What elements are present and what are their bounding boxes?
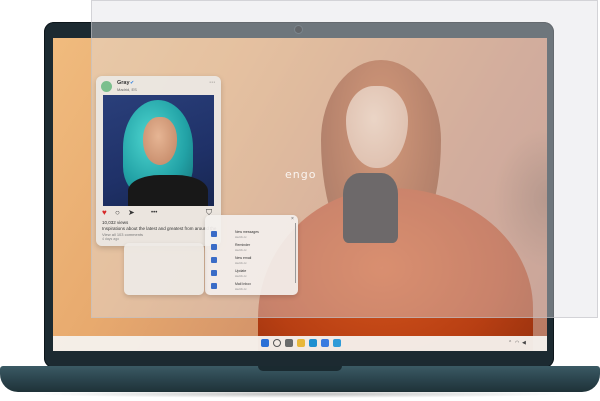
calendar-day[interactable] <box>129 261 139 269</box>
more-options-icon[interactable]: ⋯ <box>209 79 215 86</box>
calendar-day[interactable] <box>189 253 199 261</box>
app-icon <box>211 270 217 276</box>
notification-title: Mail Inbox <box>235 282 251 286</box>
calendar-day[interactable] <box>139 285 149 293</box>
mail-icon[interactable] <box>333 339 341 347</box>
notification-title: New email <box>235 256 252 260</box>
file-explorer-icon[interactable] <box>297 339 305 347</box>
calendar-day[interactable] <box>169 269 179 277</box>
calendar-day[interactable] <box>169 285 179 293</box>
verified-badge-icon: ✔ <box>130 80 135 86</box>
calendar-day[interactable] <box>159 277 169 285</box>
post-image-face <box>143 117 177 165</box>
close-icon[interactable]: × <box>291 216 294 222</box>
calendar-day[interactable] <box>139 253 149 261</box>
calendar-day[interactable] <box>129 269 139 277</box>
calendar-day[interactable] <box>159 261 169 269</box>
post-username[interactable]: Gray <box>117 80 130 86</box>
notification-subtitle: Aa bb cc <box>235 235 247 239</box>
calendar-day[interactable] <box>189 285 199 293</box>
brand-watermark: engo <box>285 168 317 181</box>
laptop-shadow <box>30 390 570 398</box>
app-icon <box>211 231 217 237</box>
post-actions: ♥ ○ ➤ ••• ⛉ <box>102 208 215 218</box>
start-icon[interactable] <box>261 339 269 347</box>
calendar-day[interactable] <box>139 261 149 269</box>
store-icon[interactable] <box>321 339 329 347</box>
calendar-day[interactable] <box>129 253 139 261</box>
edge-icon[interactable] <box>309 339 317 347</box>
calendar-day[interactable] <box>179 253 189 261</box>
calendar-day[interactable] <box>129 285 139 293</box>
notification-subtitle: Aa bb cc <box>235 248 247 252</box>
volume-icon[interactable]: ◀ <box>522 340 526 346</box>
heart-icon[interactable]: ♥ <box>102 208 107 218</box>
taskbar: ⌃ ◠ ◀ <box>53 336 547 351</box>
calendar-day[interactable] <box>169 261 179 269</box>
avatar[interactable] <box>101 81 112 92</box>
calendar-day[interactable] <box>169 277 179 285</box>
notification-title: New messages <box>235 230 259 234</box>
calendar-day[interactable] <box>189 261 199 269</box>
calendar-day[interactable] <box>149 261 159 269</box>
task-view-icon[interactable] <box>285 339 293 347</box>
calendar-day[interactable] <box>149 253 159 261</box>
post-caption: Inspirations about the latest and greate… <box>102 226 217 231</box>
list-item[interactable]: Reminder Aa bb cc <box>211 242 291 255</box>
wifi-icon[interactable]: ◠ <box>515 340 519 346</box>
calendar-day[interactable] <box>169 253 179 261</box>
calendar-day[interactable] <box>179 269 189 277</box>
list-item[interactable]: New email Aa bb cc <box>211 255 291 268</box>
calendar-day[interactable] <box>149 277 159 285</box>
search-icon[interactable] <box>273 339 281 347</box>
calendar-day[interactable] <box>189 277 199 285</box>
calendar-day[interactable] <box>189 269 199 277</box>
comment-icon[interactable]: ○ <box>115 208 120 218</box>
post-image-jacket <box>128 175 208 206</box>
laptop-hinge-notch <box>258 366 342 371</box>
carousel-dots-icon: ••• <box>151 210 158 216</box>
post-image[interactable] <box>103 95 214 206</box>
app-icon <box>211 244 217 250</box>
list-item[interactable]: Mail Inbox Aa bb cc <box>211 281 291 294</box>
social-post-window[interactable]: Gray ✔ Madrid, ES ⋯ ♥ ○ ➤ ••• ⛉ 10,032 v… <box>96 76 221 246</box>
post-location: Madrid, ES <box>117 87 137 92</box>
notification-subtitle: Aa bb cc <box>235 287 247 291</box>
calendar-day[interactable] <box>139 269 149 277</box>
app-icon <box>211 257 217 263</box>
post-likes: 10,032 views <box>102 220 129 225</box>
notification-panel[interactable]: × New messages Aa bb cc Reminder Aa bb c… <box>205 215 298 295</box>
share-icon[interactable]: ➤ <box>128 208 135 218</box>
system-tray: ⌃ ◠ ◀ <box>508 338 546 349</box>
calendar-day[interactable] <box>139 277 149 285</box>
calendar-day[interactable] <box>179 285 189 293</box>
chevron-up-icon[interactable]: ⌃ <box>508 340 512 346</box>
notification-subtitle: Aa bb cc <box>235 261 247 265</box>
calendar-grid <box>129 253 199 293</box>
calendar-day[interactable] <box>149 285 159 293</box>
calendar-day[interactable] <box>159 285 169 293</box>
calendar-day[interactable] <box>149 269 159 277</box>
scrollbar[interactable] <box>295 223 296 283</box>
list-item[interactable]: Update Aa bb cc <box>211 268 291 281</box>
calendar-day[interactable] <box>159 253 169 261</box>
notification-subtitle: Aa bb cc <box>235 274 247 278</box>
post-timestamp: 4 days ago <box>102 237 120 241</box>
calendar-day[interactable] <box>179 277 189 285</box>
list-item[interactable]: New messages Aa bb cc <box>211 229 291 242</box>
calendar-day[interactable] <box>179 261 189 269</box>
notification-title: Reminder <box>235 243 251 247</box>
calendar-day[interactable] <box>129 277 139 285</box>
notification-title: Update <box>235 269 247 273</box>
calendar-day[interactable] <box>159 269 169 277</box>
calendar-widget[interactable] <box>124 243 204 295</box>
app-icon <box>211 283 217 289</box>
